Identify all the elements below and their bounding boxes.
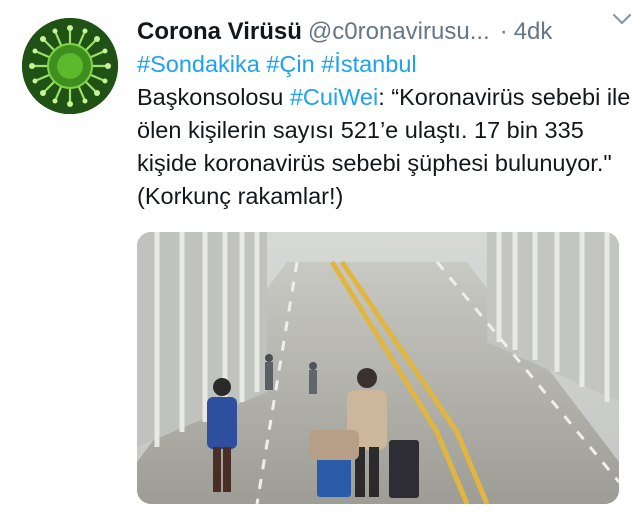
tweet-text: #Sondakika #Çin #İstanbul Başkonsolosu #…: [137, 48, 632, 213]
tweet-header: Corona Virüsü @c0ronavirusu... · 4dk: [137, 12, 627, 52]
tweet-photo[interactable]: [137, 232, 619, 504]
tweet-time[interactable]: 4dk: [514, 18, 553, 46]
virus-avatar-image: [22, 18, 118, 114]
hashtag-cin[interactable]: #Çin: [266, 51, 314, 77]
bridge-photo-image: [137, 232, 619, 504]
hashtag-cuiwei[interactable]: #CuiWei: [290, 84, 378, 110]
avatar[interactable]: [22, 18, 118, 114]
separator-dot: ·: [499, 18, 508, 45]
author-name[interactable]: Corona Virüsü: [137, 18, 302, 46]
body-prefix: Başkonsolosu: [137, 84, 290, 110]
hashtag-sondakika[interactable]: #Sondakika: [137, 51, 260, 77]
author-handle[interactable]: @c0ronavirusu...: [308, 18, 490, 46]
hashtag-istanbul[interactable]: #İstanbul: [321, 51, 416, 77]
chevron-down-icon[interactable]: [612, 12, 632, 32]
